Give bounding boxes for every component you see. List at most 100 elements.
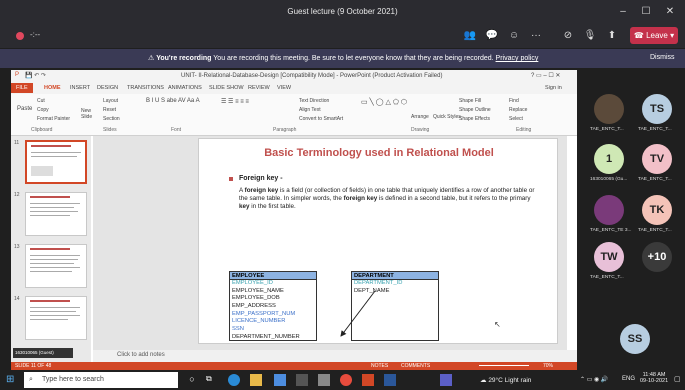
- select-button[interactable]: Select: [509, 116, 523, 122]
- participant-avatar[interactable]: TW: [594, 242, 624, 272]
- shape-outline-button[interactable]: Shape Outline: [459, 107, 491, 113]
- participant-avatar[interactable]: [594, 94, 624, 124]
- tab-design[interactable]: DESIGN: [97, 85, 118, 91]
- ppt-logo-icon: P: [15, 72, 20, 78]
- system-tray-icons[interactable]: ⌃ ▭ ◉ 🔊: [580, 376, 608, 383]
- shape-fill-button[interactable]: Shape Fill: [459, 98, 481, 104]
- quick-access-icons[interactable]: 💾 ↶ ↷: [25, 72, 46, 79]
- taskbar-search-input[interactable]: ⌕ Type here to search: [24, 372, 178, 388]
- layout-button[interactable]: Layout: [103, 98, 118, 104]
- clock[interactable]: 11:48 AM 09-10-2021: [640, 372, 668, 384]
- paste-button[interactable]: Paste: [17, 106, 32, 112]
- slide-thumbnail[interactable]: [25, 140, 87, 184]
- slide-thumbnail[interactable]: [25, 296, 87, 340]
- tab-view[interactable]: VIEW: [277, 85, 291, 91]
- align-text-button[interactable]: Align Text: [299, 107, 321, 113]
- slide-thumbnail[interactable]: [25, 244, 87, 288]
- store-icon[interactable]: [274, 374, 286, 386]
- participant-name: TAE_ENTC_T...: [638, 177, 672, 182]
- sign-in-link[interactable]: Sign in: [545, 85, 562, 91]
- slide-thumbnail[interactable]: [25, 192, 87, 236]
- participants-gallery: TAE_ENTC_T... TS TAE_ENTC_T... 1 163010065 (…: [580, 70, 685, 362]
- participant-avatar[interactable]: SS: [620, 324, 650, 354]
- share-icon[interactable]: ⬆: [604, 28, 620, 44]
- ppt-status-bar: SLIDE 11 OF 48 NOTES COMMENTS 70%: [11, 362, 577, 370]
- participant-avatar[interactable]: TK: [642, 195, 672, 225]
- cortana-icon[interactable]: ○: [186, 374, 198, 386]
- maximize-icon[interactable]: ☐: [638, 4, 654, 20]
- group-font: Font: [171, 127, 182, 133]
- app-icon[interactable]: [318, 374, 330, 386]
- convert-smartart-button[interactable]: Convert to SmartArt: [299, 116, 343, 122]
- edge-icon[interactable]: [228, 374, 240, 386]
- new-slide-button[interactable]: New Slide: [81, 108, 97, 120]
- notifications-icon[interactable]: ▢: [674, 375, 681, 383]
- participant-avatar[interactable]: 1: [594, 144, 624, 174]
- leave-button[interactable]: ☎ Leave ▾: [630, 27, 678, 44]
- powerpoint-icon[interactable]: [362, 374, 374, 386]
- tab-review[interactable]: REVIEW: [248, 85, 270, 91]
- meeting-controls-bar: -:-- 👥 💬 ☺ ··· ⊘ 🎙 ⬆ ☎ Leave ▾: [0, 24, 685, 48]
- dismiss-button[interactable]: Dismiss: [650, 54, 675, 61]
- participant-avatar[interactable]: [594, 195, 624, 225]
- banner-text: ⚠ You're recording You are recording thi…: [148, 55, 539, 62]
- meeting-timer: -:--: [30, 30, 41, 39]
- close-icon[interactable]: ✕: [662, 4, 678, 20]
- notes-button[interactable]: NOTES: [371, 363, 388, 369]
- reactions-icon[interactable]: ☺: [506, 28, 522, 44]
- tab-home[interactable]: HOME: [44, 85, 61, 91]
- privacy-policy-link[interactable]: Privacy policy: [496, 55, 539, 62]
- participant-avatar[interactable]: TS: [642, 94, 672, 124]
- comments-button[interactable]: COMMENTS: [401, 363, 430, 369]
- text-direction-button[interactable]: Text Direction: [299, 98, 329, 104]
- notes-placeholder: Click to add notes: [117, 352, 165, 358]
- shape-effects-button[interactable]: Shape Effects: [459, 116, 490, 122]
- participants-icon[interactable]: 👥: [462, 28, 478, 44]
- participant-name: TAE_ENTC_T...: [638, 127, 672, 132]
- file-explorer-icon[interactable]: [250, 374, 262, 386]
- quick-styles-button[interactable]: Quick Styles: [433, 114, 461, 120]
- windows-start-icon[interactable]: ⊞: [6, 374, 14, 385]
- participant-name: 163010065 (Gu...: [590, 177, 628, 182]
- chrome-icon[interactable]: [340, 374, 352, 386]
- tab-file[interactable]: FILE: [11, 83, 33, 93]
- format-painter-button[interactable]: Format Painter: [37, 116, 70, 122]
- shapes-gallery[interactable]: ▭ ╲ ◯ △ ⬠ ⬡: [361, 98, 407, 106]
- tab-animations[interactable]: ANIMATIONS: [168, 85, 202, 91]
- self-view-label: 163010065 (Guest): [13, 348, 73, 358]
- participant-avatar[interactable]: +10: [642, 242, 672, 272]
- current-slide: Basic Terminology used in Relational Mod…: [198, 138, 558, 344]
- ppt-ribbon: Paste Cut Copy Format Painter New Slide …: [11, 94, 577, 136]
- mic-off-icon[interactable]: 🎙: [582, 28, 598, 44]
- participant-avatar[interactable]: TV: [642, 144, 672, 174]
- font-controls[interactable]: B I U S abe AV Aa A: [146, 98, 200, 104]
- ppt-ribbon-tabs: FILE HOME INSERT DESIGN TRANSITIONS ANIM…: [11, 83, 577, 94]
- chat-icon[interactable]: 💬: [484, 28, 500, 44]
- zoom-level[interactable]: 70%: [543, 363, 553, 369]
- copy-button[interactable]: Copy: [37, 107, 49, 113]
- section-button[interactable]: Section: [103, 116, 120, 122]
- camera-off-icon[interactable]: ⊘: [560, 28, 576, 44]
- more-actions-button[interactable]: ···: [528, 28, 544, 44]
- teams-title-bar: Guest lecture (9 October 2021) – ☐ ✕: [0, 0, 685, 24]
- word-icon[interactable]: [384, 374, 396, 386]
- minimize-icon[interactable]: –: [615, 4, 631, 20]
- tab-insert[interactable]: INSERT: [70, 85, 90, 91]
- reset-button[interactable]: Reset: [103, 107, 116, 113]
- tab-transitions[interactable]: TRANSITIONS: [127, 85, 164, 91]
- replace-button[interactable]: Replace: [509, 107, 527, 113]
- notes-pane[interactable]: Click to add notes: [93, 350, 577, 362]
- ppt-window-buttons[interactable]: ? ▭ – ☐ ✕: [531, 72, 560, 79]
- language-indicator[interactable]: ENG: [622, 376, 635, 382]
- tab-slide-show[interactable]: SLIDE SHOW: [209, 85, 244, 91]
- app-icon[interactable]: [296, 374, 308, 386]
- weather-widget[interactable]: ☁ 29°C Light rain: [480, 376, 531, 384]
- slide-editing-area: Basic Terminology used in Relational Mod…: [93, 136, 567, 350]
- task-view-icon[interactable]: ⧉: [206, 374, 218, 386]
- teams-icon[interactable]: [440, 374, 452, 386]
- arrange-button[interactable]: Arrange: [411, 114, 429, 120]
- paragraph-controls[interactable]: ☰ ☰ ≡ ≡ ≡: [221, 98, 249, 105]
- find-button[interactable]: Find: [509, 98, 519, 104]
- zoom-slider[interactable]: [479, 365, 529, 366]
- cut-button[interactable]: Cut: [37, 98, 45, 104]
